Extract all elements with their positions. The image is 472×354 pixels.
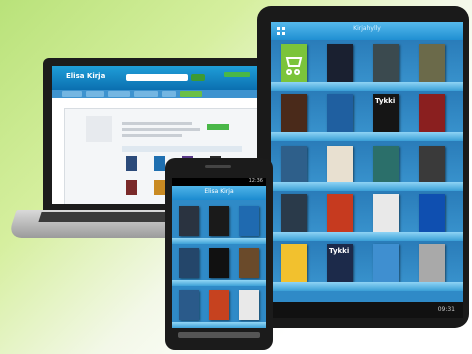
book-cover[interactable] [179,290,199,320]
book-cover[interactable] [327,194,353,232]
book-title: Tykki [329,247,350,255]
site-nav-tab[interactable] [108,91,130,97]
site-nav-tab[interactable] [162,91,176,97]
book-cover[interactable] [209,206,229,236]
book-cover[interactable] [126,156,137,171]
tablet-screen: Kirjahylly Tykki Tykki 09:31 [271,22,463,318]
site-nav-bar [52,90,266,98]
site-login-button[interactable] [224,72,250,77]
product-text-line [122,128,200,131]
product-image [86,116,112,142]
book-cover[interactable] [373,244,399,282]
book-cover[interactable] [373,44,399,82]
site-nav-tab[interactable] [86,91,104,97]
site-search-input[interactable] [126,74,188,81]
book-cover[interactable] [419,146,445,184]
book-cover[interactable] [327,146,353,184]
book-cover[interactable] [419,94,445,132]
product-text-line [122,122,192,125]
related-header [122,146,242,152]
book-cover[interactable] [154,156,165,171]
store-icon[interactable] [281,44,307,82]
site-search-button[interactable] [191,74,205,81]
book-cover[interactable] [373,194,399,232]
site-nav-tab[interactable] [62,91,82,97]
book-cover[interactable] [239,290,259,320]
shelf [172,280,266,286]
book-cover[interactable] [154,180,165,195]
phone-title: Elisa Kirja [204,188,234,195]
book-cover[interactable] [209,290,229,320]
product-text-line [122,134,182,137]
book-cover[interactable] [419,194,445,232]
book-cover[interactable] [179,206,199,236]
shelf [271,232,463,241]
phone-buttons[interactable] [178,332,260,338]
book-cover[interactable] [419,44,445,82]
book-cover[interactable] [179,248,199,278]
book-title: Tykki [375,97,396,105]
tablet-title: Kirjahylly [353,25,381,32]
shelf [271,182,463,191]
book-cover[interactable] [281,244,307,282]
phone-screen: 12:36 Elisa Kirja [172,178,266,328]
tablet-nav-bar: 09:31 [271,302,463,318]
book-cover[interactable] [239,248,259,278]
phone-speaker [205,165,231,168]
book-cover[interactable]: Tykki [327,244,353,282]
book-cover[interactable] [209,248,229,278]
book-cover[interactable] [327,44,353,82]
phone-status-bar: 12:36 [172,178,266,186]
book-cover[interactable] [126,180,137,195]
shelf [271,282,463,291]
site-logo[interactable]: Elisa Kirja [66,72,105,80]
tablet-clock: 09:31 [437,306,455,313]
grid-icon[interactable] [277,27,285,35]
site-nav-tab-active[interactable] [180,91,202,97]
book-cover[interactable] [281,94,307,132]
shelf [271,82,463,91]
book-cover[interactable] [373,146,399,184]
book-cover[interactable] [281,194,307,232]
book-cover[interactable]: Tykki [373,94,399,132]
book-cover[interactable] [239,206,259,236]
shelf [172,322,266,328]
phone-clock: 12:36 [248,178,263,184]
book-cover[interactable] [419,244,445,282]
buy-button[interactable] [207,124,229,130]
site-nav-tab[interactable] [134,91,158,97]
book-cover[interactable] [327,94,353,132]
shelf [172,238,266,244]
book-cover[interactable] [281,146,307,184]
shelf [271,132,463,141]
